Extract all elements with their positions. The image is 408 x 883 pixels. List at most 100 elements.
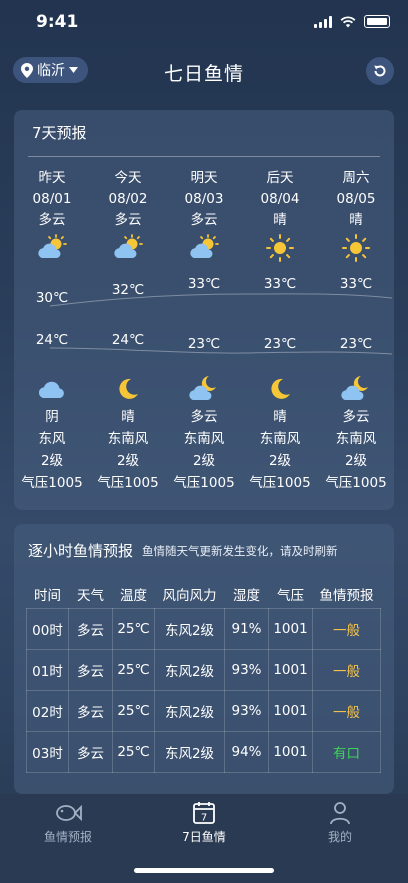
table-cell: 93%	[224, 649, 269, 691]
wind-level: 2级	[344, 453, 368, 469]
forecast-day-column: 明天 08/03 多云	[166, 168, 242, 265]
hourly-forecast-note: 鱼情随天气更新发生变化，请及时刷新	[142, 544, 338, 558]
cellular-signal-icon	[314, 15, 332, 28]
day-weather: 晴	[349, 212, 363, 228]
table-cell: 多云	[68, 690, 113, 732]
partly-cloudy-icon	[90, 231, 166, 265]
high-temperature: 33℃	[263, 276, 297, 292]
table-cell: 东风2级	[154, 731, 225, 773]
table-cell: 多云	[68, 731, 113, 773]
table-cell: 东风2级	[154, 649, 225, 691]
table-cell: 1001	[268, 608, 313, 650]
forecast-night-column: 晴东南风 2级 气压1005	[242, 372, 318, 494]
air-pressure: 气压1005	[325, 475, 387, 491]
wind-direction: 东南风	[335, 431, 377, 447]
table-cell: 1001	[268, 731, 313, 773]
battery-icon	[364, 15, 390, 28]
high-temperature: 33℃	[187, 276, 221, 292]
hourly-forecast-table: 时间 天气 温度 风向风力 湿度 气压 鱼情预报 00时 多云 25℃ 东风2级 91%…	[26, 580, 381, 773]
day-weather: 晴	[273, 212, 287, 228]
hourly-forecast-title: 逐小时鱼情预报	[28, 542, 134, 560]
tab-fish-forecast[interactable]: 鱼情预报	[8, 800, 128, 845]
cloudy-moon-icon	[166, 372, 242, 406]
column-header: 天气	[77, 588, 104, 604]
calendar-7-icon: 7	[193, 802, 215, 824]
table-cell: 多云	[68, 649, 113, 691]
column-header: 气压	[277, 588, 304, 604]
day-name: 后天	[266, 170, 294, 186]
tab-profile[interactable]: 我的	[280, 800, 400, 845]
table-cell: 91%	[224, 608, 269, 650]
high-temperature: 32℃	[111, 282, 145, 298]
refresh-button[interactable]	[366, 57, 394, 85]
table-cell: 93%	[224, 690, 269, 732]
tab-label: 鱼情预报	[43, 830, 92, 844]
cloud-icon	[14, 372, 90, 406]
svg-text:7: 7	[201, 813, 207, 824]
table-cell: 00时	[26, 608, 69, 650]
night-weather: 阴	[45, 409, 59, 425]
night-weather: 晴	[121, 409, 135, 425]
fish-icon	[56, 804, 82, 822]
day-date: 08/02	[108, 191, 148, 207]
table-cell: 东风2级	[154, 690, 225, 732]
column-header: 湿度	[233, 588, 260, 604]
table-cell: 25℃	[112, 731, 155, 773]
wind-direction: 东南风	[259, 431, 301, 447]
fish-forecast-cell: 一般	[312, 649, 381, 691]
forecast-night-column: 多云 东南风 2级 气压1005	[318, 372, 394, 494]
table-row: 00时 多云 25℃ 东风2级 91% 1001 一般	[26, 608, 381, 650]
low-temperature: 24℃	[35, 332, 69, 348]
sun-icon	[318, 231, 394, 265]
day-name: 明天	[190, 170, 218, 186]
day-date: 08/04	[260, 191, 300, 207]
table-cell: 1001	[268, 690, 313, 732]
forecast-day-column: 周六 08/05 晴	[318, 168, 394, 265]
day-weather: 多云	[114, 212, 142, 228]
day-weather: 多云	[38, 212, 66, 228]
refresh-icon	[374, 65, 386, 77]
home-indicator	[134, 868, 274, 873]
high-temperature: 33℃	[339, 276, 373, 292]
day-date: 08/05	[336, 191, 376, 207]
wind-level: 2级	[116, 453, 140, 469]
wind-level: 2级	[40, 453, 64, 469]
table-row: 02时 多云 25℃ 东风2级 93% 1001 一般	[26, 690, 381, 732]
night-weather: 晴	[273, 409, 287, 425]
table-cell: 多云	[68, 608, 113, 650]
wind-direction: 东南风	[183, 431, 225, 447]
day-name: 今天	[114, 170, 142, 186]
day-date: 08/03	[184, 191, 224, 207]
column-header: 鱼情预报	[319, 588, 374, 604]
air-pressure: 气压1005	[173, 475, 235, 491]
low-temperature: 23℃	[263, 336, 297, 352]
tab-label: 我的	[327, 830, 352, 844]
status-icons	[314, 15, 390, 28]
day-name: 周六	[342, 170, 370, 186]
cloudy-moon-icon	[318, 372, 394, 406]
low-temperature: 23℃	[187, 336, 221, 352]
fish-forecast-cell: 一般	[312, 690, 381, 732]
table-cell: 02时	[26, 690, 69, 732]
table-cell: 01时	[26, 649, 69, 691]
table-cell: 03时	[26, 731, 69, 773]
forecast-night-column: 晴东南风 2级 气压1005	[90, 372, 166, 494]
partly-cloudy-icon	[14, 231, 90, 265]
air-pressure: 气压1005	[249, 475, 311, 491]
wifi-icon	[340, 15, 356, 27]
seven-day-forecast-card: 7天预报 昨天 08/01 多云 30℃ 24℃ 阴东风 2级 气压1005 今天 08/02 多云…	[14, 110, 394, 510]
table-header-row: 时间 天气 温度 风向风力 湿度 气压 鱼情预报	[27, 580, 381, 609]
hourly-forecast-card: 逐小时鱼情预报 鱼情随天气更新发生变化，请及时刷新 时间 天气 温度 风向风力 …	[14, 524, 394, 794]
wind-direction: 东风	[38, 431, 66, 447]
table-cell: 25℃	[112, 690, 155, 732]
air-pressure: 气压1005	[21, 475, 83, 491]
high-temperature: 30℃	[35, 290, 69, 306]
status-bar: 9:41	[0, 0, 408, 46]
tab-label: 7日鱼情	[182, 830, 226, 844]
tab-seven-day-fish[interactable]: 7 7日鱼情	[144, 800, 264, 845]
table-row: 01时 多云 25℃ 东风2级 93% 1001 一般	[26, 649, 381, 691]
low-temperature: 23℃	[339, 336, 373, 352]
fish-forecast-cell: 有口	[312, 731, 381, 773]
table-cell: 1001	[268, 649, 313, 691]
day-date: 08/01	[32, 191, 72, 207]
